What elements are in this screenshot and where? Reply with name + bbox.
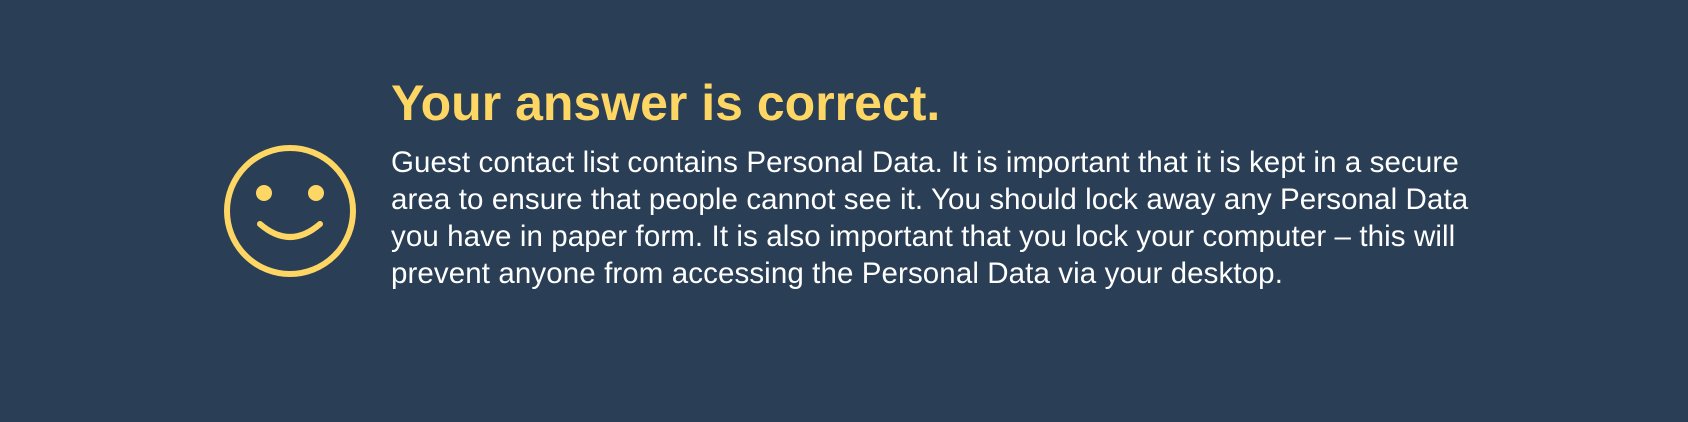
feedback-message: Guest contact list contains Personal Dat… xyxy=(391,146,1469,290)
feedback-title: Your answer is correct. xyxy=(391,75,941,131)
smiley-face-icon xyxy=(222,143,358,279)
feedback-content: Your answer is correct. Guest contact li… xyxy=(391,70,1471,292)
feedback-panel: Your answer is correct. Guest contact li… xyxy=(0,0,1688,422)
